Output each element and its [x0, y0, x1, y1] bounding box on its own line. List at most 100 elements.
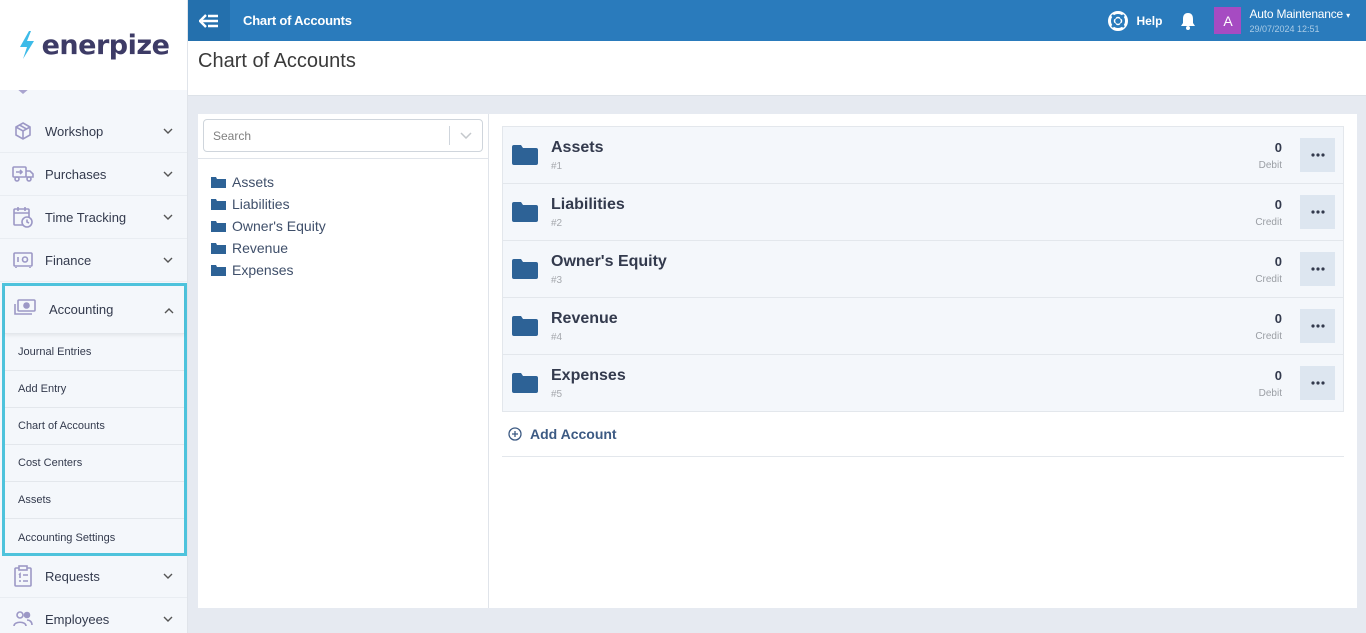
user-menu[interactable]: Auto Maintenance ▾ 29/07/2024 12:51 [1249, 7, 1350, 35]
sidebar-subitem-cost-centers[interactable]: Cost Centers [5, 445, 184, 482]
user-datetime: 29/07/2024 12:51 [1249, 23, 1320, 34]
ellipsis-icon [1310, 153, 1325, 157]
sidebar-item-employees[interactable]: Employees [0, 598, 187, 633]
account-balance: 0 [1274, 367, 1282, 383]
tree-item-label: Expenses [232, 262, 294, 278]
caret-down-icon: ▾ [1346, 10, 1350, 20]
tree-item[interactable]: Owner's Equity [211, 215, 326, 237]
account-balance-type: Debit [1258, 159, 1282, 171]
sidebar-group-accounting: Accounting Journal Entries Add Entry Cha… [2, 283, 187, 556]
account-row[interactable]: Liabilities #2 0 Credit [503, 184, 1343, 241]
truck-icon [12, 163, 34, 185]
sidebar-item-label: Finance [45, 252, 92, 268]
sidebar-item-label: Time Tracking [45, 209, 127, 225]
toggle-sidebar-button[interactable] [188, 0, 230, 41]
sidebar-subitem-add-entry[interactable]: Add Entry [5, 371, 184, 408]
sidebar-item-workshop[interactable]: Workshop [0, 110, 187, 153]
logo-area: enerpize [0, 0, 187, 90]
account-row[interactable]: Owner's Equity #3 0 Credit [503, 241, 1343, 298]
tree-item[interactable]: Revenue [211, 237, 326, 259]
help-button[interactable]: Help [1108, 10, 1163, 31]
search-select[interactable] [203, 119, 483, 152]
tree-item-label: Liabilities [232, 196, 290, 212]
sidebar-item-label: Workshop [45, 123, 104, 139]
account-balance-type: Credit [1255, 330, 1282, 342]
sidebar-item-purchases[interactable]: Purchases [0, 153, 187, 196]
accounts-pane: Assets #1 0 Debit Liabilities #2 0 Credit Ow… [502, 126, 1344, 457]
sidebar-subitem-assets[interactable]: Assets [5, 482, 184, 519]
folder-icon [211, 177, 226, 188]
page-title: Chart of Accounts [198, 50, 356, 72]
account-code: #2 [551, 218, 563, 229]
sidebar: enerpize Workshop Purchases Time Trackin… [0, 0, 188, 633]
more-actions-button[interactable] [1300, 252, 1335, 286]
sidebar-item-label: Purchases [45, 166, 107, 182]
account-code: #5 [551, 389, 563, 400]
account-balance: 0 [1274, 253, 1282, 269]
sidebar-item-requests[interactable]: Requests [0, 555, 187, 598]
sidebar-item-label: Requests [45, 568, 100, 584]
folder-icon [211, 243, 226, 254]
folder-icon [512, 373, 538, 393]
sidebar-item-accounting[interactable]: Accounting [5, 286, 184, 334]
tree-item[interactable]: Expenses [211, 259, 326, 281]
avatar[interactable]: A [1214, 7, 1242, 34]
notifications-button[interactable] [1180, 12, 1196, 30]
help-label: Help [1136, 13, 1163, 28]
safe-icon [12, 249, 34, 271]
folder-icon [512, 259, 538, 279]
account-code: #1 [551, 161, 563, 172]
content-panel: Assets Liabilities Owner's Equity Revenu… [198, 114, 1357, 608]
account-balance: 0 [1274, 310, 1282, 326]
calendar-clock-icon [12, 206, 34, 228]
more-actions-button[interactable] [1300, 309, 1335, 343]
account-name[interactable]: Assets [551, 138, 1259, 158]
plus-circle-icon [508, 427, 522, 441]
account-tree: Assets Liabilities Owner's Equity Revenu… [211, 171, 326, 281]
account-row[interactable]: Expenses #5 0 Debit [503, 355, 1343, 411]
more-actions-button[interactable] [1300, 138, 1335, 172]
ellipsis-icon [1310, 267, 1325, 271]
search-input[interactable] [204, 128, 449, 143]
brand-logo[interactable]: enerpize [18, 30, 170, 61]
user-name: Auto Maintenance ▾ [1249, 6, 1350, 21]
sidebar-item-label: Accounting [49, 302, 114, 317]
divider [198, 158, 488, 159]
ellipsis-icon [1310, 381, 1325, 385]
tree-item-label: Owner's Equity [232, 218, 326, 234]
tree-item[interactable]: Liabilities [211, 193, 326, 215]
account-name[interactable]: Revenue [551, 309, 1255, 329]
sidebar-item-label: Employees [45, 611, 110, 627]
sidebar-subitem-chart-of-accounts[interactable]: Chart of Accounts [5, 408, 184, 445]
chevron-down-icon [161, 169, 175, 180]
sidebar-item-time-tracking[interactable]: Time Tracking [0, 196, 187, 239]
folder-icon [211, 199, 226, 210]
arrow-left-bars-icon [199, 13, 218, 28]
more-actions-button[interactable] [1300, 366, 1335, 400]
more-actions-button[interactable] [1300, 195, 1335, 229]
account-tree-pane: Assets Liabilities Owner's Equity Revenu… [198, 114, 489, 608]
add-account-button[interactable]: Add Account [502, 412, 1344, 457]
sidebar-subitem-journal-entries[interactable]: Journal Entries [5, 334, 184, 371]
chevron-down-icon [161, 212, 175, 223]
account-name[interactable]: Liabilities [551, 195, 1255, 215]
users-icon [12, 608, 34, 630]
sidebar-item-finance[interactable]: Finance [0, 239, 187, 282]
tree-item[interactable]: Assets [211, 171, 326, 193]
ellipsis-icon [1310, 324, 1325, 328]
add-account-label: Add Account [530, 426, 617, 442]
folder-icon [512, 202, 538, 222]
chevron-down-icon [161, 614, 175, 625]
account-balance-type: Debit [1258, 387, 1282, 399]
tree-item-label: Assets [232, 174, 275, 190]
sidebar-subitem-accounting-settings[interactable]: Accounting Settings [5, 519, 184, 556]
account-name[interactable]: Expenses [551, 366, 1259, 386]
chevron-down-icon[interactable] [450, 132, 482, 139]
folder-icon [211, 221, 226, 232]
account-name[interactable]: Owner's Equity [551, 252, 1255, 272]
account-row[interactable]: Assets #1 0 Debit [503, 127, 1343, 184]
chevron-down-icon [161, 571, 175, 582]
account-row[interactable]: Revenue #4 0 Credit [503, 298, 1343, 355]
folder-icon [512, 316, 538, 336]
account-balance: 0 [1274, 196, 1282, 212]
